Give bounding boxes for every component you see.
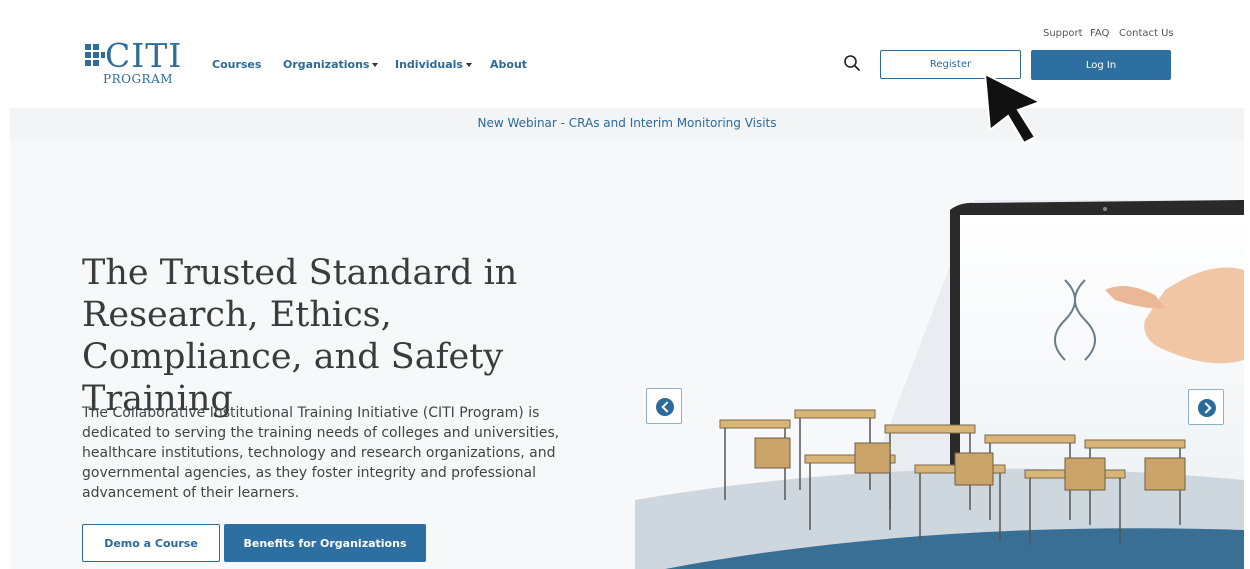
search-icon[interactable] <box>843 54 861 72</box>
contact-us-link[interactable]: Contact Us <box>1119 28 1174 39</box>
nav-courses[interactable]: Courses <box>212 58 261 71</box>
demo-course-button[interactable]: Demo a Course <box>82 524 220 562</box>
nav-organizations-label: Organizations <box>283 58 370 71</box>
caret-down-icon <box>372 63 379 67</box>
mouse-cursor-icon <box>983 72 1043 145</box>
nav-organizations[interactable]: Organizations <box>283 58 379 71</box>
chevron-right-icon <box>1198 399 1216 417</box>
hero-title: The Trusted Standard in Research, Ethics… <box>82 253 518 419</box>
nav-individuals[interactable]: Individuals <box>395 58 472 71</box>
carousel-next-button[interactable] <box>1188 389 1224 425</box>
hero-description: The Collaborative Institutional Training… <box>82 405 560 501</box>
logo-brand: CITI <box>105 36 183 75</box>
citi-logo[interactable]: CITI PROGRAM <box>83 36 183 92</box>
globe-icon <box>85 44 105 66</box>
nav-individuals-label: Individuals <box>395 58 463 71</box>
support-link[interactable]: Support <box>1043 28 1083 39</box>
hero-image <box>635 200 1244 569</box>
chevron-left-icon <box>656 398 674 416</box>
hero-section: The Trusted Standard in Research, Ethics… <box>10 140 1244 569</box>
benefits-organizations-button[interactable]: Benefits for Organizations <box>224 524 426 562</box>
caret-down-icon <box>465 63 472 67</box>
faq-link[interactable]: FAQ <box>1090 28 1109 39</box>
logo-sub: PROGRAM <box>103 72 174 86</box>
site-header: CITI PROGRAM Courses Organizations Indiv… <box>0 0 1250 108</box>
nav-about[interactable]: About <box>490 58 527 71</box>
carousel-prev-button[interactable] <box>646 388 682 424</box>
